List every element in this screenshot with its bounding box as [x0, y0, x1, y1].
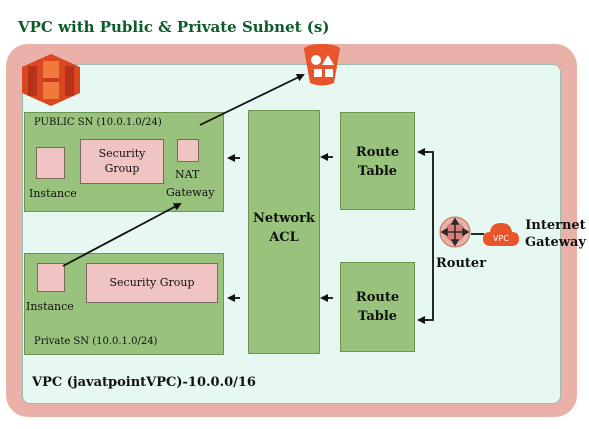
arrow-nat-to-s3 — [199, 74, 305, 126]
router-bracket — [425, 151, 434, 321]
connectors — [62, 74, 484, 324]
arrow-private-to-nat — [62, 203, 182, 267]
